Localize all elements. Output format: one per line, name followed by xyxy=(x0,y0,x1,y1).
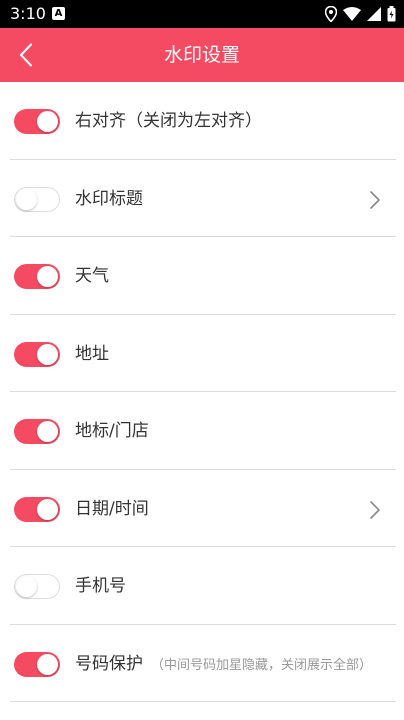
app-bar: 水印设置 xyxy=(0,28,404,82)
setting-label-text: 水印标题 xyxy=(75,188,143,209)
status-time: 3:10 xyxy=(10,4,46,23)
setting-label-text: 手机号 xyxy=(75,576,126,596)
toggle-knob xyxy=(37,653,58,675)
date-time-toggle[interactable] xyxy=(14,496,60,522)
address-toggle[interactable] xyxy=(14,341,60,367)
setting-row-landmark-store: 地标/门店 xyxy=(0,392,404,470)
battery-icon xyxy=(387,6,396,22)
number-protection-toggle[interactable] xyxy=(14,651,60,677)
setting-label: 地标/门店 xyxy=(75,418,149,444)
setting-row-watermark-title[interactable]: 水印标题 xyxy=(0,160,404,237)
back-button[interactable] xyxy=(8,37,44,73)
right-align-toggle[interactable] xyxy=(14,109,60,134)
page-title: 水印设置 xyxy=(163,44,240,66)
toggle-knob xyxy=(16,576,37,597)
setting-label-text: 地址 xyxy=(75,343,109,364)
location-icon xyxy=(325,6,337,22)
toggle-knob xyxy=(37,421,58,442)
setting-hint: （中间号码加星隐藏，关闭展示全部） xyxy=(151,657,373,673)
setting-label-text: 地标/门店 xyxy=(75,421,149,441)
setting-label: 手机号 xyxy=(75,573,126,599)
setting-label: 天气 xyxy=(75,263,109,289)
landmark-store-toggle[interactable] xyxy=(14,419,60,444)
setting-label-text: 号码保护 xyxy=(75,653,143,674)
status-bar: 3:10 A xyxy=(0,0,404,28)
setting-row-address: 地址 xyxy=(0,315,404,392)
setting-label: 右对齐（关闭为左对齐） xyxy=(75,108,262,134)
toggle-knob xyxy=(37,266,58,287)
setting-label-text: 右对齐（关闭为左对齐） xyxy=(75,111,262,131)
setting-label: 号码保护 （中间号码加星隐藏，关闭展示全部） xyxy=(75,651,372,677)
chevron-right-icon[interactable] xyxy=(368,190,382,210)
back-arrow-icon xyxy=(20,43,32,67)
watermark-title-toggle[interactable] xyxy=(14,186,60,212)
toggle-knob xyxy=(37,343,58,365)
setting-label: 日期/时间 xyxy=(75,496,149,522)
status-icons xyxy=(325,4,396,24)
toggle-knob xyxy=(37,498,58,520)
signal-icon xyxy=(367,7,381,21)
weather-toggle[interactable] xyxy=(14,264,60,289)
setting-row-phone-number: 手机号 xyxy=(0,547,404,625)
wifi-icon xyxy=(343,7,361,21)
watermark-settings-list: 右对齐（关闭为左对齐） 水印标题 天气 地址 地标/门店 日期/时间 手机号 号… xyxy=(0,82,404,702)
setting-label-text: 日期/时间 xyxy=(75,498,149,519)
notification-a-icon: A xyxy=(52,7,65,20)
setting-row-number-protection: 号码保护 （中间号码加星隐藏，关闭展示全部） xyxy=(0,625,404,702)
setting-label: 地址 xyxy=(75,341,109,367)
setting-row-date-time[interactable]: 日期/时间 xyxy=(0,470,404,547)
setting-label-text: 天气 xyxy=(75,266,109,286)
divider xyxy=(10,701,396,702)
chevron-right-icon[interactable] xyxy=(368,500,382,520)
toggle-knob xyxy=(37,111,58,132)
setting-row-right-align: 右对齐（关闭为左对齐） xyxy=(0,82,404,160)
phone-number-toggle[interactable] xyxy=(14,574,60,599)
setting-row-weather: 天气 xyxy=(0,237,404,315)
setting-label: 水印标题 xyxy=(75,186,143,212)
toggle-knob xyxy=(16,188,37,210)
